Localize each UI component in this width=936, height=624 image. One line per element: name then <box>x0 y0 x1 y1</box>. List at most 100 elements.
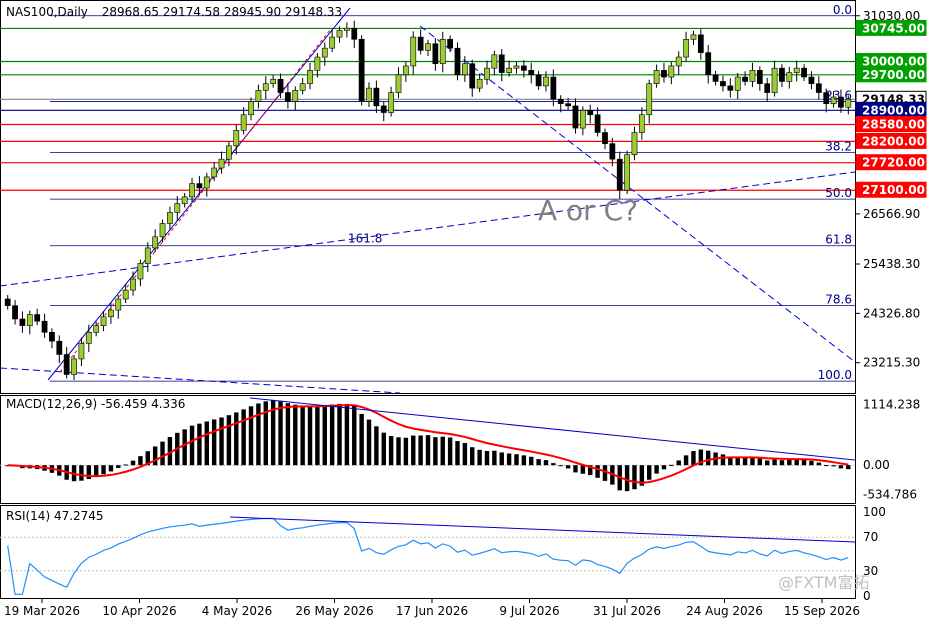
axis-tick-label: 24326.80 <box>863 306 920 320</box>
macd-bar <box>293 404 298 466</box>
candle-body <box>683 38 689 58</box>
macd-bar <box>580 465 586 474</box>
candle-body <box>292 90 299 102</box>
candle-body <box>130 278 136 291</box>
macd-bar <box>676 460 681 466</box>
candle-body <box>108 309 114 318</box>
trendlines <box>0 7 856 394</box>
candle-body <box>587 110 594 116</box>
candle-body <box>321 47 328 58</box>
candle-body <box>26 314 33 326</box>
macd-bar <box>823 465 829 467</box>
candle-body <box>697 34 704 53</box>
macd-bar <box>595 465 600 478</box>
fib-level-label: 38.2 <box>825 139 852 153</box>
date-tick-label: 15 Sep 2026 <box>784 604 860 618</box>
macd-bar <box>226 415 232 466</box>
macd-bar <box>558 465 563 467</box>
macd-bar <box>543 460 549 466</box>
axis-tick-label: 26566.90 <box>863 207 920 221</box>
candle-body <box>528 70 535 76</box>
macd-bar <box>440 436 445 466</box>
date-tick-label: 31 Jul 2026 <box>593 604 661 618</box>
candle-body <box>786 72 793 82</box>
macd-bar <box>381 432 386 466</box>
macd-bar <box>831 465 836 467</box>
candle-body <box>388 92 395 113</box>
candle-body <box>690 34 697 40</box>
candle-body <box>727 85 734 91</box>
date-tick-label: 10 Apr 2026 <box>102 604 176 618</box>
macd-bar <box>182 429 187 466</box>
macd-bar <box>160 441 165 466</box>
candle-body <box>771 67 778 93</box>
candle-body <box>63 354 70 375</box>
macd-bar <box>669 464 674 466</box>
macd-bar <box>447 437 453 466</box>
candle-body <box>572 105 579 129</box>
header-text: NAS100,Daily 28968.65 29174.58 28945.90 … <box>6 5 342 19</box>
candle-body <box>543 76 549 87</box>
rsi-title: RSI(14) 47.2745 <box>6 509 104 523</box>
candle-body <box>152 236 159 249</box>
candle-body <box>793 67 800 73</box>
symbol-label: NAS100,Daily <box>6 5 88 19</box>
macd-bar <box>329 404 335 466</box>
macd-bar <box>189 425 195 466</box>
candle-body <box>425 43 431 51</box>
candle-body <box>314 56 321 71</box>
candle-body <box>742 76 748 82</box>
candle-body <box>646 83 653 116</box>
macd-bar <box>388 436 394 466</box>
price-tag-label: 28200.00 <box>862 134 925 148</box>
macd-bar <box>374 426 379 466</box>
macd-bar <box>359 413 364 466</box>
candle-body <box>432 43 439 65</box>
macd-bar <box>624 465 630 492</box>
rsi-line <box>7 517 849 595</box>
fib-extension-label: 161.8 <box>348 232 382 246</box>
macd-bar <box>816 462 822 466</box>
macd-bar <box>506 453 512 466</box>
macd-bar <box>433 437 438 466</box>
candle-body <box>491 54 498 69</box>
macd-bar <box>152 446 158 466</box>
candle-body <box>137 263 144 280</box>
date-axis: 19 Mar 2026 10 Apr 2026 4 May 2026 26 May 2… <box>4 599 860 618</box>
macd-bar <box>838 465 844 469</box>
fib-labels: 0.0 23.6 38.2 50.0 61.8 78.6 100.0 161.8 <box>348 3 852 382</box>
macd-bar <box>809 460 814 466</box>
candle-body <box>277 78 284 93</box>
candle-body <box>653 70 660 84</box>
candle-body <box>218 158 225 169</box>
trendline-red-dotted <box>59 29 331 373</box>
price-tag-label: 30745.00 <box>862 21 925 35</box>
candle-body <box>520 65 527 71</box>
macd-bar <box>573 465 578 473</box>
candle-body <box>624 154 630 191</box>
candle-body <box>484 67 490 80</box>
candle-body <box>307 70 313 84</box>
candle-body <box>248 101 254 116</box>
candle-body <box>779 67 785 82</box>
candle-body <box>78 343 85 360</box>
macd-bar <box>455 441 460 466</box>
candle-body <box>4 298 11 306</box>
macd-bar <box>499 452 504 466</box>
macd-bar <box>654 465 659 474</box>
macd-bar <box>772 459 777 466</box>
candle-body <box>299 83 306 91</box>
rsi-pane <box>0 505 856 599</box>
rsi-axis-label: 70 <box>863 530 878 544</box>
fib-level-label: 61.8 <box>825 233 852 247</box>
macd-bar <box>801 459 807 466</box>
candle-body <box>609 143 616 160</box>
fib-level-label: 100.0 <box>818 368 852 382</box>
macd-bar <box>661 465 667 470</box>
candle-body <box>41 320 48 333</box>
macd-bar <box>514 454 519 466</box>
candle-body <box>196 183 203 189</box>
candle-body <box>395 74 402 93</box>
candle-body <box>454 47 461 76</box>
candle-body <box>329 36 336 49</box>
